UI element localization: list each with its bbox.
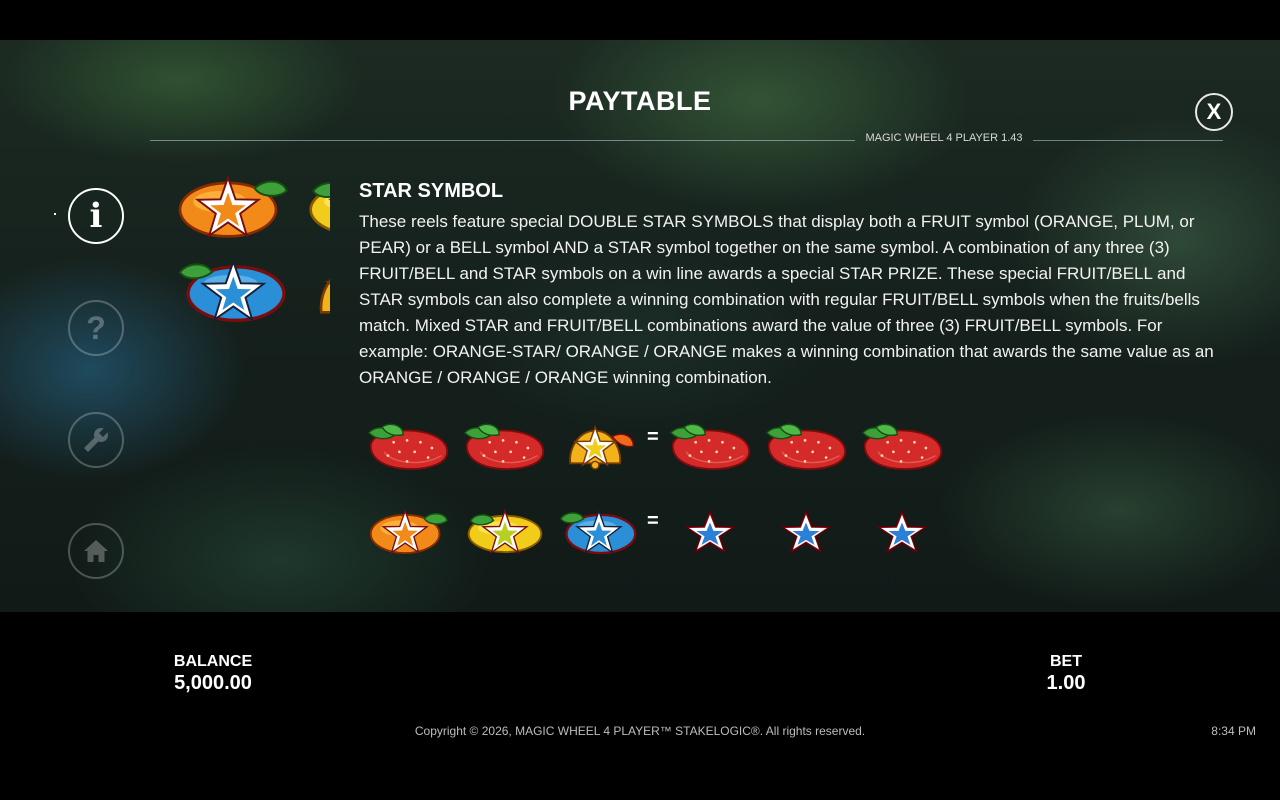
header-divider-right (1033, 140, 1223, 141)
nav-help-button[interactable]: ? (68, 300, 124, 356)
version-label: MAGIC WHEEL 4 PLAYER 1.43 (865, 132, 1023, 144)
copyright-notice: Copyright © 2026, MAGIC WHEEL 4 PLAYER™ … (414, 724, 866, 738)
close-icon: X (1206, 99, 1222, 124)
nav-info-button[interactable]: i (68, 188, 124, 244)
example-row-strawberry: = (365, 422, 955, 474)
strawberry-symbol (763, 422, 849, 474)
blue-star-symbol (859, 506, 945, 558)
section-title: STAR SYMBOL (359, 180, 504, 202)
page-indicator-dot (54, 213, 56, 215)
strawberry-symbol (365, 422, 451, 474)
nav-settings-button[interactable] (68, 412, 124, 468)
wrench-icon (84, 428, 108, 452)
bet-label: BET (1050, 653, 1082, 670)
balance-label: BALANCE (173, 653, 253, 670)
star-symbols-preview (172, 172, 330, 332)
info-icon: i (89, 196, 103, 236)
blue-star-symbol (763, 506, 849, 558)
orange-star-symbol-large-clipped (300, 172, 330, 242)
home-icon (84, 540, 108, 562)
strawberry-symbol (859, 422, 945, 474)
equals-sign: = (647, 510, 659, 532)
header-divider-left (150, 140, 855, 141)
equals-sign: = (647, 426, 659, 448)
close-button[interactable]: X (1195, 93, 1233, 131)
blue-star-symbol (667, 506, 753, 558)
nav-home-button[interactable] (68, 523, 124, 579)
paytable-content: STAR SYMBOL These reels feature special … (359, 180, 1219, 391)
bet-value: 1.00 (1046, 672, 1086, 694)
plum-star-symbol-large (172, 256, 292, 326)
balance-value: 5,000.00 (174, 672, 252, 694)
bell-star-symbol-large-clipped (300, 256, 330, 326)
orange-star-symbol (365, 506, 451, 558)
help-icon: ? (86, 310, 106, 346)
plum-star-symbol (555, 506, 641, 558)
strawberry-symbol (461, 422, 547, 474)
strawberry-symbol (667, 422, 753, 474)
clock: 8:34 PM (1211, 724, 1256, 738)
page-title: PAYTABLE (568, 86, 712, 116)
orange-star-symbol-large (172, 172, 292, 242)
bell-star-symbol (555, 422, 641, 474)
section-description: These reels feature special DOUBLE STAR … (359, 212, 1214, 387)
lemon-star-symbol (461, 506, 547, 558)
example-row-star: = (365, 506, 955, 558)
